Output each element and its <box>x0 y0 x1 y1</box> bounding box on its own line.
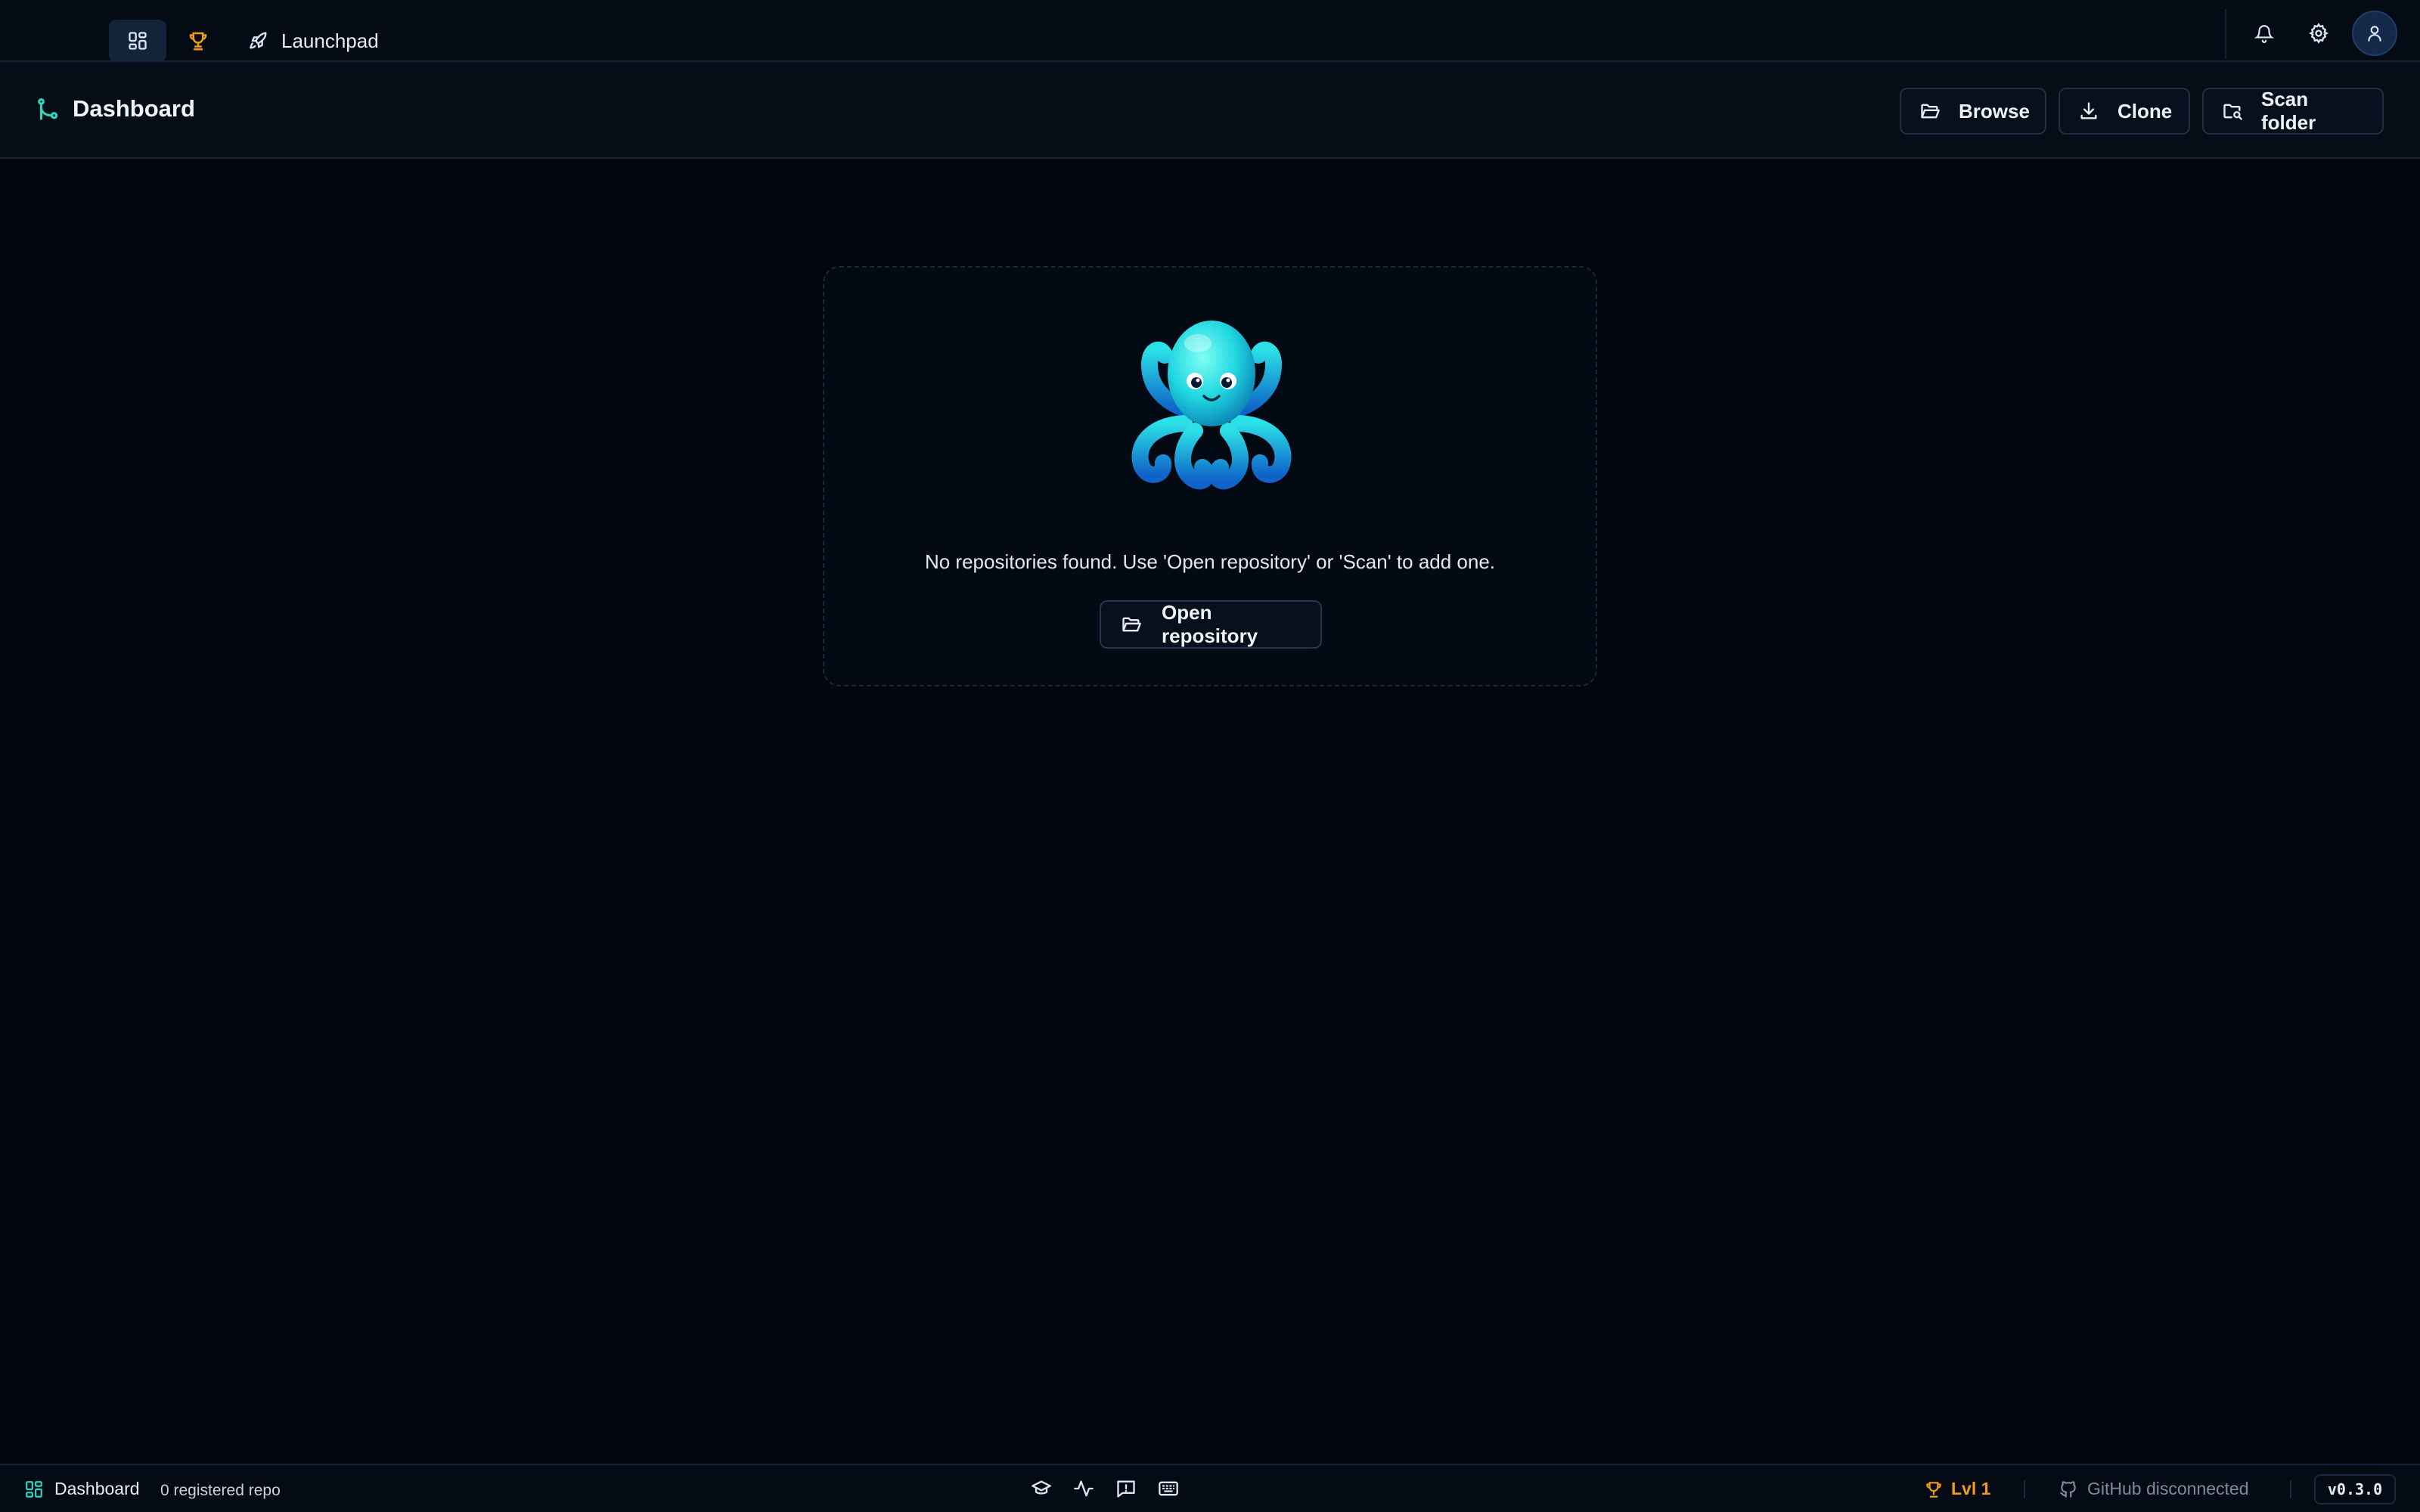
version-badge: v0.3.0 <box>2314 1474 2396 1504</box>
launchpad-label: Launchpad <box>281 29 379 52</box>
activity-button[interactable] <box>1071 1477 1097 1500</box>
page-title: Dashboard <box>73 95 195 122</box>
status-tools <box>1028 1477 1181 1500</box>
git-branch-icon <box>35 97 60 122</box>
activity-icon <box>1073 1478 1094 1499</box>
download-icon <box>2078 101 2099 122</box>
keyboard-icon <box>1158 1478 1179 1499</box>
status-bar: Dashboard 0 registered repo Lvl 1 GitHub… <box>0 1464 2420 1512</box>
nav-launchpad-button[interactable]: Launchpad <box>234 20 386 62</box>
scan-folder-label: Scan folder <box>2261 88 2316 134</box>
nav-achievements-button[interactable] <box>169 20 227 62</box>
nav-dashboard-button[interactable] <box>109 20 166 62</box>
account-avatar-button[interactable] <box>2352 11 2397 56</box>
top-bar: Launchpad <box>0 0 2420 62</box>
settings-button[interactable] <box>2297 12 2340 54</box>
user-icon <box>2365 23 2384 43</box>
feedback-button[interactable] <box>1113 1477 1139 1500</box>
browse-label: Browse <box>1959 99 2030 122</box>
status-view-dashboard[interactable]: Dashboard <box>24 1479 140 1499</box>
open-repository-label: Open repository <box>1162 601 1258 647</box>
status-separator <box>2290 1480 2291 1498</box>
trophy-icon <box>1924 1479 1944 1499</box>
page-header: Dashboard Browse Clone Scan folder <box>0 62 2420 159</box>
repo-count: 0 registered repo <box>160 1482 281 1499</box>
feedback-icon <box>1115 1478 1137 1499</box>
trophy-icon <box>187 29 209 52</box>
bell-icon <box>2254 23 2274 43</box>
level-label: Lvl 1 <box>1951 1479 1991 1498</box>
graduation-cap-icon <box>1031 1478 1052 1499</box>
github-icon <box>2059 1479 2078 1499</box>
version-label: v0.3.0 <box>2327 1480 2383 1498</box>
clone-button[interactable]: Clone <box>2059 88 2190 135</box>
gear-icon <box>2308 23 2329 44</box>
open-repository-button[interactable]: Open repository <box>1100 600 1322 649</box>
rocket-icon <box>248 30 269 51</box>
github-status[interactable]: GitHub disconnected <box>2059 1479 2249 1499</box>
github-status-label: GitHub disconnected <box>2087 1479 2249 1498</box>
level-indicator[interactable]: Lvl 1 <box>1924 1479 1990 1499</box>
scan-folder-button[interactable]: Scan folder <box>2202 88 2384 135</box>
empty-state-card: No repositories found. Use 'Open reposit… <box>823 266 1597 686</box>
folder-search-icon <box>2222 101 2243 122</box>
keyboard-shortcuts-button[interactable] <box>1156 1477 1181 1500</box>
folder-open-icon <box>1919 101 1941 122</box>
dashboard-grid-icon <box>24 1479 44 1499</box>
status-separator <box>2024 1480 2025 1498</box>
empty-state-message: No repositories found. Use 'Open reposit… <box>924 550 1496 573</box>
octopus-mascot-illustration <box>1131 321 1292 490</box>
topbar-divider <box>2225 9 2226 59</box>
clone-label: Clone <box>2118 99 2173 122</box>
status-view-label: Dashboard <box>54 1479 140 1498</box>
browse-button[interactable]: Browse <box>1900 88 2046 135</box>
learn-button[interactable] <box>1028 1477 1054 1500</box>
dashboard-grid-icon <box>127 30 148 51</box>
folder-open-icon <box>1121 614 1142 635</box>
notifications-button[interactable] <box>2243 12 2285 54</box>
